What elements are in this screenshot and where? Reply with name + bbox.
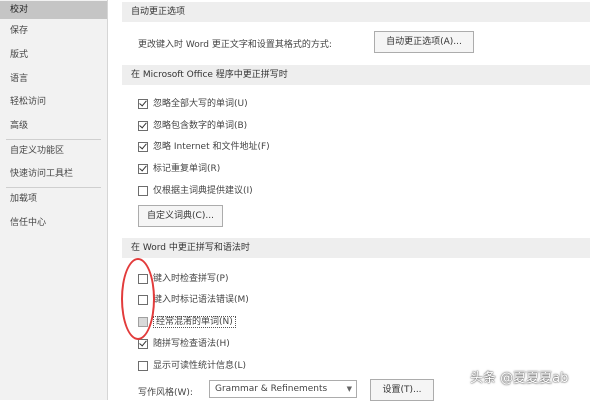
custom-dictionaries-button[interactable]: 自定义词典(C)... bbox=[138, 205, 223, 227]
option-ignore-numbers[interactable]: 忽略包含数字的单词(B) bbox=[138, 118, 247, 134]
sidebar-item-language[interactable]: 语言 bbox=[10, 70, 28, 88]
writing-style-select[interactable]: Grammar & Refinements ▼ bbox=[209, 380, 357, 398]
sidebar-divider bbox=[6, 187, 101, 188]
checkbox[interactable] bbox=[138, 186, 148, 196]
sidebar-item-layout[interactable]: 版式 bbox=[10, 46, 28, 64]
sidebar-item-quick-access-toolbar[interactable]: 快速访问工具栏 bbox=[10, 165, 73, 183]
writing-style-value: Grammar & Refinements bbox=[215, 384, 328, 394]
autocorrect-section-header: 自动更正选项 bbox=[122, 2, 590, 22]
option-ignore-uppercase[interactable]: 忽略全部大写的单词(U) bbox=[138, 96, 248, 112]
sidebar-divider bbox=[6, 139, 101, 140]
sidebar-item-advanced[interactable]: 高级 bbox=[10, 117, 28, 135]
option-main-dictionary-only[interactable]: 仅根据主词典提供建议(I) bbox=[138, 183, 253, 199]
sidebar-item-save[interactable]: 保存 bbox=[10, 22, 28, 40]
grammar-settings-button[interactable]: 设置(T)... bbox=[370, 379, 434, 401]
sidebar-item-add-ins[interactable]: 加载项 bbox=[10, 190, 37, 208]
checkbox[interactable] bbox=[138, 121, 148, 131]
sidebar-item-accessibility[interactable]: 轻松访问 bbox=[10, 93, 46, 111]
option-show-readability-statistics[interactable]: 显示可读性统计信息(L) bbox=[138, 358, 246, 374]
autocorrect-description: 更改键入时 Word 更正文字和设置其格式的方式: bbox=[138, 40, 332, 50]
dropdown-arrow-icon: ▼ bbox=[346, 385, 352, 393]
proofing-panel: 自动更正选项 更改键入时 Word 更正文字和设置其格式的方式: 自动更正选项(… bbox=[108, 0, 600, 401]
checkbox[interactable] bbox=[138, 164, 148, 174]
option-ignore-internet-addresses[interactable]: 忽略 Internet 和文件地址(F) bbox=[138, 139, 270, 155]
sidebar-item-proofing[interactable]: 校对 bbox=[0, 1, 107, 19]
option-flag-repeated-words[interactable]: 标记重复单词(R) bbox=[138, 161, 220, 177]
option-check-grammar-with-spelling[interactable]: 随拼写检查语法(H) bbox=[138, 336, 230, 352]
writing-style-label: 写作风格(W): bbox=[138, 388, 193, 398]
sidebar-item-customize-ribbon[interactable]: 自定义功能区 bbox=[10, 142, 64, 160]
office-spelling-section-header: 在 Microsoft Office 程序中更正拼写时 bbox=[122, 65, 590, 85]
checkbox[interactable] bbox=[138, 142, 148, 152]
checkbox[interactable] bbox=[138, 99, 148, 109]
word-spelling-section-header: 在 Word 中更正拼写和语法时 bbox=[122, 238, 590, 258]
options-sidebar: 校对 保存 版式 语言 轻松访问 高级 自定义功能区 快速访问工具栏 加载项 信… bbox=[0, 0, 108, 400]
watermark: 头条 @夏夏夏ab bbox=[470, 371, 569, 386]
autocorrect-options-button[interactable]: 自动更正选项(A)... bbox=[374, 31, 474, 53]
annotation-circle bbox=[121, 258, 155, 340]
sidebar-item-trust-center[interactable]: 信任中心 bbox=[10, 214, 46, 232]
checkbox[interactable] bbox=[138, 361, 148, 371]
checkbox[interactable] bbox=[138, 339, 148, 349]
